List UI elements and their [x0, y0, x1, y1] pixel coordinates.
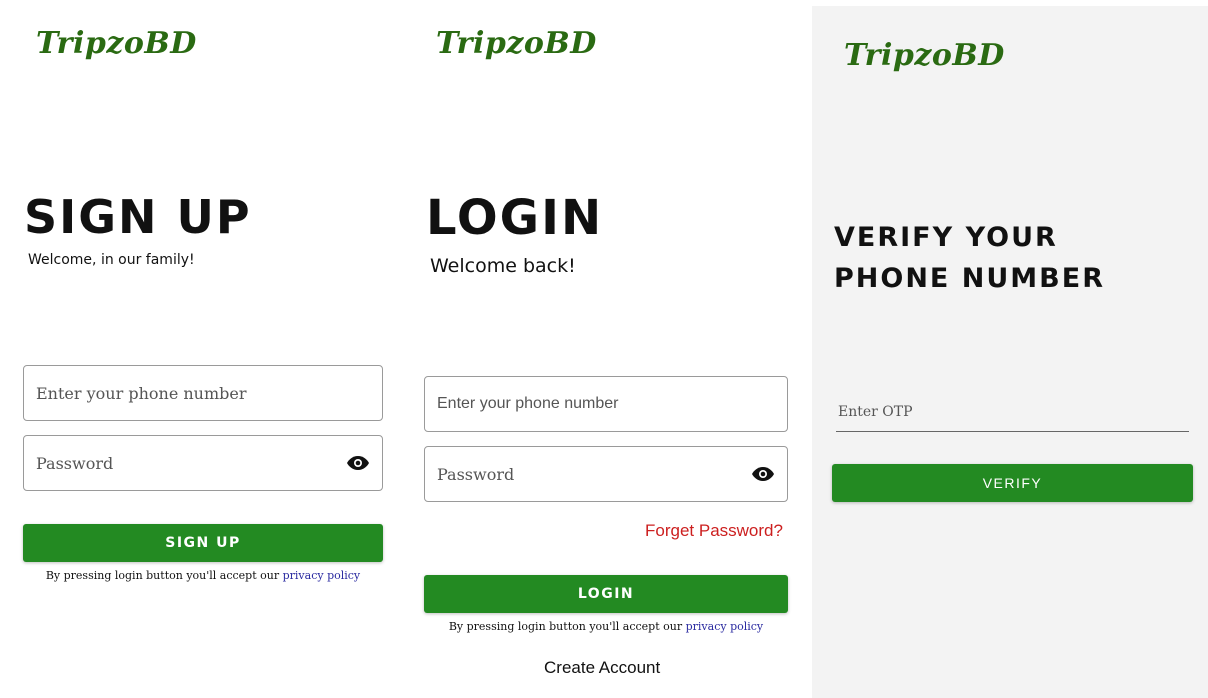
privacy-policy-link[interactable]: privacy policy [283, 569, 361, 582]
phone-field[interactable] [23, 365, 383, 421]
page-title: LOGIN [426, 190, 604, 246]
page-title-line-1: VERIFY YOUR [834, 222, 1058, 253]
page-title: SIGN UP [24, 190, 252, 244]
verify-button[interactable]: VERIFY [832, 464, 1193, 502]
phone-field[interactable] [424, 376, 788, 432]
password-input[interactable] [36, 436, 334, 490]
signup-screen: TripzoBD SIGN UP Welcome, in our family!… [0, 0, 400, 698]
otp-input[interactable] [836, 392, 1193, 431]
brand-logo: TripzoBD [436, 26, 597, 61]
page-title-line-2: PHONE NUMBER [834, 262, 1105, 294]
brand-logo: TripzoBD [36, 26, 197, 61]
page-title: VERIFY YOUR PHONE NUMBER [834, 218, 1105, 299]
otp-field[interactable] [836, 392, 1193, 432]
privacy-notice: By pressing login button you'll accept o… [23, 569, 383, 582]
signup-button[interactable]: SIGN UP [23, 524, 383, 562]
verify-screen: TripzoBD VERIFY YOUR PHONE NUMBER VERIFY [812, 6, 1208, 698]
page-subtitle: Welcome, in our family! [28, 252, 195, 268]
login-screen: TripzoBD LOGIN Welcome back! Forget Pass… [400, 0, 810, 698]
brand-logo: TripzoBD [844, 38, 1005, 73]
page-subtitle: Welcome back! [430, 255, 576, 277]
phone-input[interactable] [437, 377, 739, 431]
privacy-notice: By pressing login button you'll accept o… [424, 620, 788, 633]
privacy-notice-text: By pressing login button you'll accept o… [448, 620, 686, 633]
eye-icon[interactable] [751, 466, 775, 482]
login-button[interactable]: LOGIN [424, 575, 788, 613]
privacy-notice-text: By pressing login button you'll accept o… [45, 569, 283, 582]
password-field[interactable] [23, 435, 383, 491]
eye-icon[interactable] [346, 455, 370, 471]
password-input[interactable] [437, 447, 739, 501]
forgot-password-link[interactable]: Forget Password? [645, 521, 783, 541]
password-field[interactable] [424, 446, 788, 502]
phone-input[interactable] [36, 366, 334, 420]
create-account-link[interactable]: Create Account [544, 658, 660, 678]
privacy-policy-link[interactable]: privacy policy [686, 620, 764, 633]
